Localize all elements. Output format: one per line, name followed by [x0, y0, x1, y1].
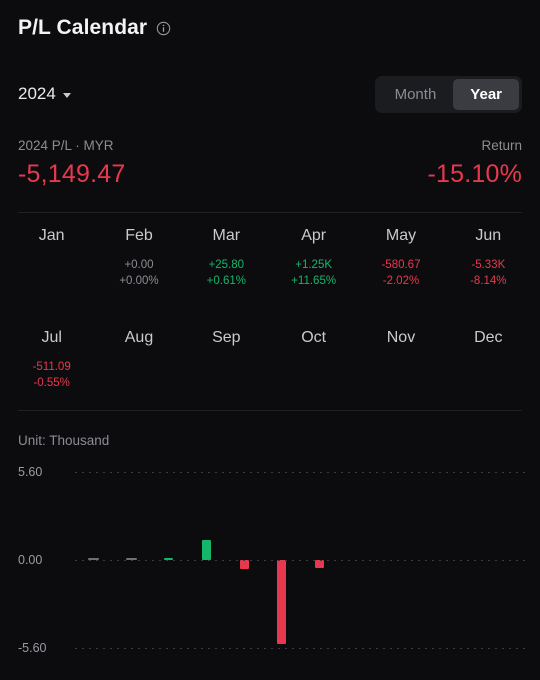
month-cell-dec[interactable]: Dec	[445, 330, 532, 392]
month-pl: +1.25K	[295, 259, 333, 271]
month-pl: -580.67	[381, 259, 421, 271]
pl-calendar-screen: P/L Calendar 2024 Month Year 2024 P/L · …	[0, 0, 540, 680]
month-pct: +11.65%	[291, 274, 337, 287]
month-name: May	[385, 227, 417, 244]
chart-bar-jun	[277, 560, 287, 644]
chart-gridline	[75, 560, 526, 561]
month-name: Apr	[301, 227, 327, 244]
month-cell-aug[interactable]: Aug	[95, 330, 182, 392]
month-values: +1.25K +11.65%	[270, 258, 357, 290]
page-title: P/L Calendar	[18, 16, 148, 39]
month-values	[445, 360, 532, 392]
period-toggle: Month Year	[374, 76, 522, 113]
year-selector[interactable]: 2024	[18, 84, 71, 104]
month-values	[183, 360, 270, 392]
month-row-first-half: Jan Feb +0.00 +0.00% Mar +25.80 +0.61% Apr +1.25…	[8, 228, 532, 290]
month-pl: +25.80	[208, 259, 245, 271]
month-cell-mar[interactable]: Mar +25.80 +0.61%	[183, 228, 270, 290]
y-axis-label: -5.60	[18, 641, 47, 655]
month-name: Nov	[386, 329, 416, 346]
divider-bottom	[18, 410, 522, 411]
controls-bar: 2024 Month Year	[18, 76, 522, 116]
chart-bar-may	[239, 560, 249, 570]
month-cell-oct[interactable]: Oct	[270, 330, 357, 392]
month-name: Sep	[212, 329, 241, 346]
month-values	[357, 360, 444, 392]
pl-value: -5,149.47	[18, 160, 126, 188]
divider-top	[18, 212, 522, 213]
month-values: +25.80 +0.61%	[183, 258, 270, 290]
month-cell-feb[interactable]: Feb +0.00 +0.00%	[95, 228, 182, 290]
tab-year[interactable]: Year	[453, 79, 519, 110]
chart-gridline	[75, 472, 526, 473]
month-cell-apr[interactable]: Apr +1.25K +11.65%	[270, 228, 357, 290]
pl-label: 2024 P/L · MYR	[18, 138, 114, 153]
month-name: Jan	[38, 227, 65, 244]
chart-gridline	[75, 648, 526, 649]
month-name: Feb	[125, 227, 153, 244]
tab-month[interactable]: Month	[378, 79, 454, 110]
month-pct: -2.02%	[382, 274, 420, 287]
month-cell-sep[interactable]: Sep	[183, 330, 270, 392]
month-pl: -511.09	[32, 361, 71, 373]
y-axis-label: 0.00	[18, 553, 43, 567]
month-cell-may[interactable]: May -580.67 -2.02%	[357, 228, 444, 290]
return-value: -15.10%	[427, 160, 522, 188]
y-axis-label: 5.60	[18, 465, 43, 479]
month-pct: +0.00%	[119, 274, 159, 287]
month-values	[95, 360, 182, 392]
month-name: Aug	[124, 329, 154, 346]
month-pct: -0.55%	[33, 376, 70, 389]
info-icon[interactable]	[156, 21, 171, 36]
month-values: -580.67 -2.02%	[357, 258, 444, 290]
header: P/L Calendar	[18, 16, 171, 40]
month-values	[270, 360, 357, 392]
month-row-second-half: Jul -511.09 -0.55% Aug Sep Oct Nov Dec	[8, 330, 532, 392]
month-cell-jul[interactable]: Jul -511.09 -0.55%	[8, 330, 95, 392]
month-cell-jan[interactable]: Jan	[8, 228, 95, 290]
month-pct: -8.14%	[470, 274, 507, 287]
month-name: Jul	[41, 329, 62, 346]
month-pct: +0.61%	[206, 274, 246, 287]
month-name: Jun	[475, 227, 502, 244]
month-pl: -5.33K	[471, 259, 506, 271]
chart-bar-apr	[202, 540, 212, 560]
chevron-down-icon	[62, 92, 71, 98]
summary-block: 2024 P/L · MYR Return -5,149.47 -15.10%	[18, 138, 522, 189]
year-value: 2024	[18, 84, 56, 103]
month-values: -5.33K -8.14%	[445, 258, 532, 290]
pl-bar-chart: 5.60 0.00 -5.60	[0, 455, 540, 670]
chart-unit-label: Unit: Thousand	[18, 433, 110, 448]
month-name: Dec	[474, 329, 503, 346]
month-values: +0.00 +0.00%	[95, 258, 182, 290]
return-label: Return	[481, 138, 522, 153]
month-values	[8, 258, 95, 290]
month-cell-jun[interactable]: Jun -5.33K -8.14%	[445, 228, 532, 290]
chart-bars	[75, 455, 526, 670]
month-values: -511.09 -0.55%	[8, 360, 95, 392]
month-cell-nov[interactable]: Nov	[357, 330, 444, 392]
chart-bar-jul	[314, 560, 324, 569]
month-name: Oct	[301, 329, 327, 346]
month-name: Mar	[212, 227, 241, 244]
month-pl: +0.00	[124, 259, 154, 271]
